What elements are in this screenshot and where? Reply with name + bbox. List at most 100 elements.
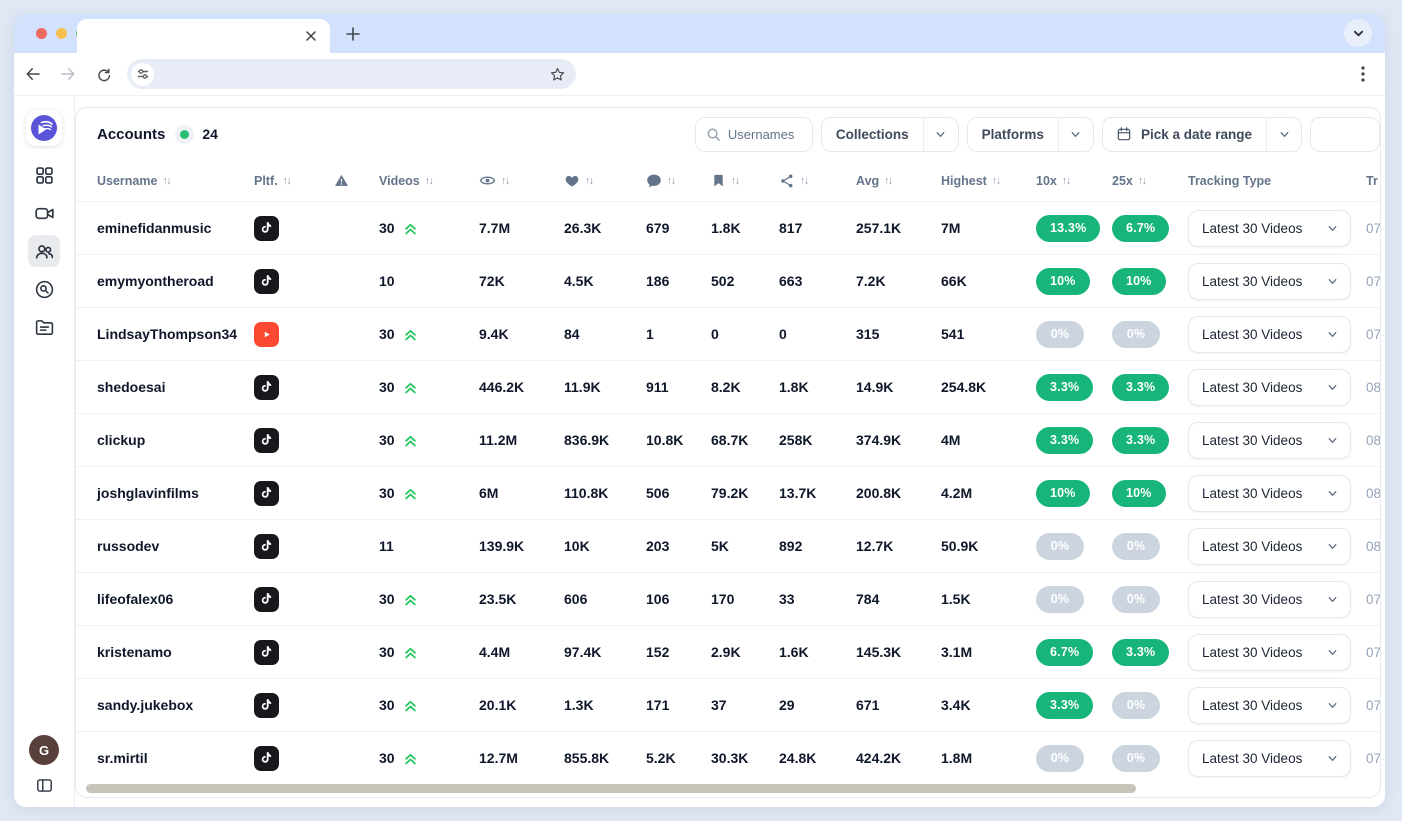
new-tab-button[interactable] (342, 23, 364, 45)
minimize-window-button[interactable] (56, 28, 67, 39)
col-videos[interactable]: Videos↑↓ (379, 174, 479, 188)
col-likes[interactable]: ↑↓ (564, 173, 646, 189)
tracking-type-select[interactable]: Latest 30 Videos (1188, 475, 1351, 512)
app-logo[interactable] (26, 110, 62, 146)
col-10x[interactable]: 10x↑↓ (1036, 174, 1112, 188)
tracking-type-select[interactable]: Latest 30 Videos (1188, 316, 1351, 353)
col-views[interactable]: ↑↓ (479, 172, 564, 189)
collapse-sidebar-icon[interactable] (35, 776, 54, 795)
chevron-down-icon[interactable] (1059, 128, 1093, 141)
username-cell[interactable]: eminefidanmusic (97, 220, 254, 236)
25x-cell: 0% (1112, 745, 1188, 772)
comments-cell: 186 (646, 273, 711, 289)
reload-icon[interactable] (89, 60, 117, 88)
address-bar[interactable] (127, 59, 576, 89)
sort-icon[interactable]: ↑↓ (585, 175, 593, 187)
sort-icon[interactable]: ↑↓ (800, 175, 808, 187)
sort-icon[interactable]: ↑↓ (1138, 175, 1146, 187)
tab-close-icon[interactable] (302, 27, 320, 45)
close-window-button[interactable] (36, 28, 47, 39)
tracking-type-select[interactable]: Latest 30 Videos (1188, 740, 1351, 777)
col-25x[interactable]: 25x↑↓ (1112, 174, 1188, 188)
tracking-type-select[interactable]: Latest 30 Videos (1188, 581, 1351, 618)
tracking-type-select[interactable]: Latest 30 Videos (1188, 687, 1351, 724)
tracking-started-cell: 08- (1366, 433, 1381, 448)
usernames-search-input[interactable] (728, 127, 802, 142)
bookmarks-cell: 0 (711, 326, 779, 342)
tracking-type-select[interactable]: Latest 30 Videos (1188, 263, 1351, 300)
sidebar-item-videos[interactable] (28, 197, 60, 229)
views-cell: 72K (479, 273, 564, 289)
user-avatar[interactable]: G (29, 735, 59, 765)
sidebar-item-dashboard[interactable] (28, 159, 60, 191)
username-cell[interactable]: lifeofalex06 (97, 591, 254, 607)
table-row[interactable]: russodev 11 139.9K 10K 203 5K 892 12.7K … (76, 519, 1380, 572)
likes-cell: 606 (564, 591, 646, 607)
clipped-button[interactable] (1310, 117, 1380, 152)
sort-icon[interactable]: ↑↓ (992, 175, 1000, 187)
table-row[interactable]: shedoesai 30 446.2K 11.9K 911 8.2K 1.8K … (76, 360, 1380, 413)
username-cell[interactable]: joshglavinfilms (97, 485, 254, 501)
horizontal-scrollbar[interactable] (86, 784, 1136, 793)
sort-icon[interactable]: ↑↓ (884, 175, 892, 187)
chevron-down-icon[interactable] (1267, 128, 1301, 141)
shares-cell: 1.6K (779, 644, 856, 660)
col-platform[interactable]: Pltf.↑↓ (254, 174, 334, 188)
browser-menu-icon[interactable] (1349, 60, 1377, 88)
videos-cell: 11 (379, 538, 479, 554)
tracking-type-select[interactable]: Latest 30 Videos (1188, 422, 1351, 459)
username-cell[interactable]: LindsayThompson34 (97, 326, 254, 342)
tracking-type-select[interactable]: Latest 30 Videos (1188, 369, 1351, 406)
col-username[interactable]: Username↑↓ (97, 174, 254, 188)
col-comments[interactable]: ↑↓ (646, 173, 711, 189)
table-row[interactable]: kristenamo 30 4.4M 97.4K 152 2.9K 1.6K 1… (76, 625, 1380, 678)
username-cell[interactable]: shedoesai (97, 379, 254, 395)
sort-icon[interactable]: ↑↓ (162, 175, 170, 187)
username-cell[interactable]: kristenamo (97, 644, 254, 660)
username-cell[interactable]: sr.mirtil (97, 750, 254, 766)
sort-icon[interactable]: ↑↓ (667, 175, 675, 187)
username-cell[interactable]: clickup (97, 432, 254, 448)
forward-icon[interactable] (54, 60, 82, 88)
username-cell[interactable]: sandy.jukebox (97, 697, 254, 713)
sort-icon[interactable]: ↑↓ (425, 175, 433, 187)
sort-icon[interactable]: ↑↓ (283, 175, 291, 187)
col-highest[interactable]: Highest↑↓ (941, 174, 1036, 188)
chevron-down-icon[interactable] (924, 128, 958, 141)
table-row[interactable]: emymyontheroad 10 72K 4.5K 186 502 663 7… (76, 254, 1380, 307)
tracking-type-select[interactable]: Latest 30 Videos (1188, 528, 1351, 565)
table-row[interactable]: sandy.jukebox 30 20.1K 1.3K 171 37 29 67… (76, 678, 1380, 731)
tracking-type-select[interactable]: Latest 30 Videos (1188, 210, 1351, 247)
username-cell[interactable]: emymyontheroad (97, 273, 254, 289)
sort-icon[interactable]: ↑↓ (501, 175, 509, 187)
table-row[interactable]: eminefidanmusic 30 7.7M 26.3K 679 1.8K 8… (76, 201, 1380, 254)
trend-up-icon (403, 327, 418, 342)
date-range-button[interactable]: Pick a date range (1102, 117, 1302, 152)
sidebar-item-collections[interactable] (28, 311, 60, 343)
table-row[interactable]: sr.mirtil 30 12.7M 855.8K 5.2K 30.3K 24.… (76, 731, 1380, 784)
sort-icon[interactable]: ↑↓ (1062, 175, 1070, 187)
usernames-search[interactable] (695, 117, 813, 152)
back-icon[interactable] (19, 60, 47, 88)
sidebar-item-accounts[interactable] (28, 235, 60, 267)
username-cell[interactable]: russodev (97, 538, 254, 554)
col-shares[interactable]: ↑↓ (779, 173, 856, 189)
platforms-filter-button[interactable]: Platforms (967, 117, 1094, 152)
site-settings-icon[interactable] (131, 63, 154, 86)
table-row[interactable]: clickup 30 11.2M 836.9K 10.8K 68.7K 258K… (76, 413, 1380, 466)
bookmark-star-icon[interactable] (549, 66, 566, 83)
filter-bar: Collections Platforms (695, 117, 1380, 152)
collections-filter-button[interactable]: Collections (821, 117, 959, 152)
table-row[interactable]: joshglavinfilms 30 6M 110.8K 506 79.2K 1… (76, 466, 1380, 519)
table-row[interactable]: LindsayThompson34 30 9.4K 84 1 0 0 315 5… (76, 307, 1380, 360)
sort-icon[interactable]: ↑↓ (731, 175, 739, 187)
col-bookmarks[interactable]: ↑↓ (711, 173, 779, 188)
tracking-type-select[interactable]: Latest 30 Videos (1188, 634, 1351, 671)
browser-tab[interactable] (77, 19, 330, 53)
table-row[interactable]: lifeofalex06 30 23.5K 606 106 170 33 784… (76, 572, 1380, 625)
tab-search-chevron-button[interactable] (1344, 19, 1372, 47)
sidebar-item-discover[interactable] (28, 273, 60, 305)
col-avg[interactable]: Avg↑↓ (856, 174, 941, 188)
videos-cell: 30 (379, 697, 479, 713)
bookmarks-cell: 68.7K (711, 432, 779, 448)
